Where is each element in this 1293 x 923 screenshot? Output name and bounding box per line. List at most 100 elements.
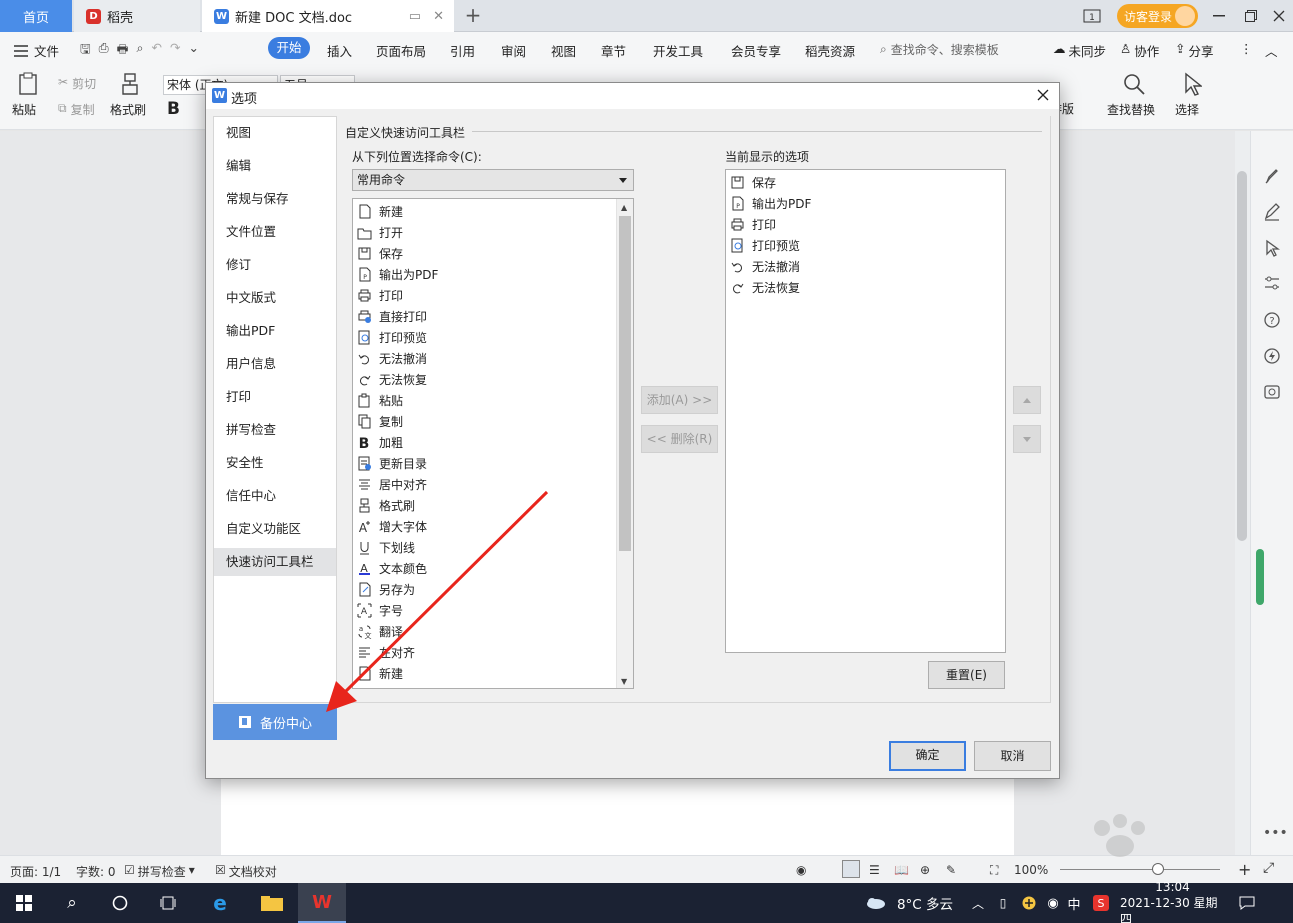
login-button[interactable]: 访客登录 (1117, 4, 1198, 28)
nav-trust-center[interactable]: 信任中心 (214, 482, 336, 510)
menu-docer-resource[interactable]: 稻壳资源 (805, 41, 855, 60)
menu-developer[interactable]: 开发工具 (653, 41, 703, 60)
command-list-item[interactable]: 保存 (357, 243, 403, 264)
bold-icon[interactable]: B (167, 99, 180, 119)
eye-icon[interactable]: ◉ (796, 863, 806, 877)
zoom-slider[interactable] (1060, 869, 1220, 870)
paste-button[interactable]: 粘贴 (12, 101, 36, 118)
windows-start-icon[interactable] (0, 883, 48, 923)
sogou-icon[interactable]: S (1090, 883, 1112, 923)
find-replace-button[interactable]: 查找替换 (1107, 101, 1155, 118)
fullscreen-icon[interactable]: ⤢ (1263, 860, 1274, 876)
more-icon[interactable]: ••• (1263, 825, 1288, 841)
file-menu[interactable]: 文件 (14, 41, 59, 60)
scrollbar-thumb[interactable] (1237, 171, 1247, 541)
nav-edit[interactable]: 编辑 (214, 152, 336, 180)
command-list-item[interactable]: P 输出为PDF (357, 264, 438, 285)
remove-button[interactable]: << 删除(R) (641, 425, 718, 453)
scroll-down-icon[interactable]: ▼ (621, 677, 627, 686)
ok-button[interactable]: 确定 (889, 741, 966, 771)
command-list-item[interactable]: 打印预览 (357, 327, 427, 348)
format-painter-button[interactable]: 格式刷 (110, 101, 146, 118)
close-icon[interactable] (1263, 0, 1293, 32)
command-list-item[interactable]: 左对齐 (357, 642, 415, 663)
dialog-close-icon[interactable] (1033, 85, 1053, 105)
current-option-item[interactable]: 保存 (730, 172, 776, 193)
copy-button[interactable]: ⧉ 复制 (58, 101, 95, 118)
zoom-slider-handle[interactable] (1152, 863, 1164, 875)
wps-icon[interactable]: W (298, 883, 346, 923)
command-list-item[interactable]: 打开 (357, 222, 403, 243)
tab-window-icon[interactable]: ▭ (409, 9, 421, 24)
tray-plus-icon[interactable] (1018, 883, 1040, 923)
pen-icon[interactable] (1263, 203, 1281, 221)
menu-start[interactable]: 开始 (268, 37, 310, 59)
command-list-item[interactable]: 粘贴 (357, 390, 403, 411)
current-option-item[interactable]: 无法撤消 (730, 256, 800, 277)
backup-icon[interactable] (1263, 383, 1281, 401)
nav-spell-check[interactable]: 拼写检查 (214, 416, 336, 444)
command-list-item[interactable]: 新建 (357, 201, 403, 222)
network-icon[interactable]: ◉ (1042, 883, 1064, 923)
pointer-icon[interactable] (1263, 239, 1281, 257)
command-list-item[interactable]: 新建 (357, 663, 403, 684)
command-list-item[interactable]: a 文翻译 (357, 621, 403, 642)
tab-home[interactable]: 首页 (0, 0, 72, 32)
fit-page-icon[interactable]: ⛶ (990, 863, 998, 878)
tab-document[interactable]: W 新建 DOC 文档.doc ▭ ✕ (202, 0, 454, 32)
nav-file-location[interactable]: 文件位置 (214, 218, 336, 246)
current-option-item[interactable]: 打印预览 (730, 235, 800, 256)
word-count[interactable]: 字数: 0 (76, 863, 116, 880)
tab-docer[interactable]: D 稻壳 (74, 0, 200, 32)
qat-save-icon[interactable]: 🖫 (80, 40, 91, 61)
file-explorer-icon[interactable] (248, 883, 296, 923)
current-option-item[interactable]: 无法恢复 (730, 277, 800, 298)
sliders-icon[interactable] (1263, 274, 1281, 292)
tab-list-icon[interactable]: 1 (1076, 0, 1108, 32)
menu-reference[interactable]: 引用 (450, 41, 475, 60)
nav-export-pdf[interactable]: 输出PDF (214, 317, 336, 345)
new-tab-button[interactable]: + (462, 4, 484, 26)
outline-view-icon[interactable]: ☰ (869, 863, 880, 877)
command-source-select[interactable]: 常用命令 (352, 169, 634, 191)
qat-preview-icon[interactable]: ⌕ (136, 40, 143, 61)
dialog-title-bar[interactable]: W 选项 (206, 83, 1059, 109)
cut-button[interactable]: ✂ 剪切 (58, 75, 96, 92)
ime-indicator[interactable]: 中 (1064, 883, 1084, 923)
collab-button[interactable]: ♙ 协作 (1120, 41, 1159, 60)
sync-button[interactable]: ☁ 未同步 (1053, 41, 1106, 60)
paste-icon[interactable] (17, 72, 39, 96)
current-option-item[interactable]: P 输出为PDF (730, 193, 811, 214)
menu-page-layout[interactable]: 页面布局 (376, 41, 426, 60)
cortana-icon[interactable] (96, 883, 144, 923)
rocket-icon[interactable] (1263, 168, 1281, 186)
cursor-icon[interactable] (1182, 72, 1202, 96)
current-option-item[interactable]: 打印 (730, 214, 776, 235)
nav-user-info[interactable]: 用户信息 (214, 350, 336, 378)
nav-quick-access-toolbar[interactable]: 快速访问工具栏 (214, 548, 336, 576)
menu-insert[interactable]: 插入 (327, 41, 352, 60)
qat-pdf-icon[interactable]: ⎙ (99, 40, 109, 61)
qat-print-icon[interactable]: 🖶 (117, 40, 129, 61)
command-list-item[interactable]: A 文本颜色 (357, 558, 427, 579)
proofread-button[interactable]: ☒ 文档校对 (215, 863, 277, 880)
spell-check-button[interactable]: ☑ 拼写检查 ▾ (124, 863, 195, 880)
help-icon[interactable]: ? (1263, 311, 1281, 329)
command-list-item[interactable]: 无法恢复 (357, 369, 427, 390)
nav-security[interactable]: 安全性 (214, 449, 336, 477)
command-list-item[interactable]: 打印 (357, 285, 403, 306)
web-view-icon[interactable]: ⊕ (920, 863, 930, 877)
current-options-list[interactable]: 保存 P 输出为PDF 打印 打印预览 无法撤消 无法恢复 (725, 169, 1006, 653)
qat-undo-icon[interactable]: ↶ (152, 40, 162, 61)
command-list-item[interactable]: 居中对齐 (357, 474, 427, 495)
command-list-scrollbar-thumb[interactable] (619, 216, 631, 551)
command-list-item[interactable]: B 加粗 (357, 432, 403, 453)
nav-view[interactable]: 视图 (214, 119, 336, 147)
command-list-item[interactable]: 更新目录 (357, 453, 427, 474)
command-list-item[interactable]: 下划线 (357, 537, 415, 558)
find-icon[interactable] (1122, 72, 1146, 96)
command-list[interactable]: 新建 打开 保存 P 输出为PDF 打印 直接打印 打印预览 无法撤消 无法恢复 粘贴 复制 B 加粗 更新… (352, 198, 634, 689)
nav-chinese-layout[interactable]: 中文版式 (214, 284, 336, 312)
menu-review[interactable]: 审阅 (501, 41, 526, 60)
add-button[interactable]: 添加(A) >> (641, 386, 718, 414)
